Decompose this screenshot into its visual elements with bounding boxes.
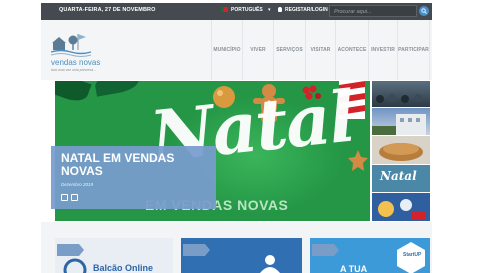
login-link[interactable]: REGISTAR/LOGIN <box>278 7 328 13</box>
startup-badge-label: StartUP <box>403 252 422 258</box>
language-selector[interactable]: PORTUGUÊS <box>221 7 263 13</box>
nav-participar[interactable]: PARTICIPAR <box>397 20 430 80</box>
gallery-icon[interactable] <box>61 194 68 201</box>
thumbnail-natal[interactable]: Natal <box>372 165 430 192</box>
thumbnail-image <box>379 143 423 161</box>
card-tag <box>57 244 84 256</box>
nav-investir[interactable]: INVESTIR <box>368 20 397 80</box>
fir-branch-decoration <box>55 81 92 106</box>
people-icon <box>260 255 280 273</box>
nav-visitar[interactable]: VISITAR <box>305 20 335 80</box>
login-label: REGISTAR/LOGIN <box>285 7 328 13</box>
card-balcao-label: Balcão Online <box>93 263 154 273</box>
thumbnail-bread[interactable] <box>372 136 430 164</box>
top-bar: QUARTA-FEIRA, 27 DE NOVEMBRO PORTUGUÊS ▾… <box>41 3 432 20</box>
card-startup-label: A TUA <box>340 264 368 273</box>
logo-emblem-icon <box>50 34 92 57</box>
main-nav: MUNICÍPIO VIVER SERVIÇOS VISITAR ACONTEC… <box>211 20 430 80</box>
language-label: PORTUGUÊS <box>231 7 263 13</box>
nav-servicos[interactable]: SERVIÇOS <box>273 20 305 80</box>
hero-caption-box[interactable]: NATAL EM VENDAS NOVAS Dezembro 2019 <box>51 146 216 209</box>
portugal-flag-icon <box>221 7 228 12</box>
share-icon[interactable] <box>71 194 78 201</box>
thumbnail-image <box>372 114 426 135</box>
thumbnail-image <box>376 94 422 103</box>
at-sign-icon <box>63 258 87 273</box>
site-header: vendas novas boa uma vez uma princesa...… <box>41 20 432 80</box>
thumbnail-image <box>378 199 426 219</box>
fir-branch-decoration <box>93 81 141 97</box>
user-icon <box>278 7 282 12</box>
thumbnail-crowd[interactable] <box>372 81 430 107</box>
nav-viver[interactable]: VIVER <box>242 20 273 80</box>
nav-municipio[interactable]: MUNICÍPIO <box>211 20 242 80</box>
card-tag <box>312 244 339 256</box>
search-icon <box>421 8 427 14</box>
logo-tagline: boa uma vez uma princesa... <box>51 68 96 72</box>
hero-title: NATAL EM VENDAS NOVAS <box>61 151 175 178</box>
card-tag <box>183 244 210 256</box>
search-button[interactable] <box>419 6 429 16</box>
card-startup[interactable]: A TUA StartUP <box>310 238 430 273</box>
card-services[interactable] <box>181 238 302 273</box>
nav-acontece[interactable]: ACONTECE <box>335 20 368 80</box>
thumbnail-building[interactable] <box>372 108 430 135</box>
card-balcao-online[interactable]: Balcão Online <box>55 238 173 273</box>
current-date: QUARTA-FEIRA, 27 DE NOVEMBRO <box>59 7 156 13</box>
search-input[interactable]: Procurar aqui... <box>329 5 417 17</box>
logo-name: vendas novas <box>51 58 101 67</box>
thumbnail-strip: Natal <box>372 81 430 221</box>
thumbnail-natal-label: Natal <box>380 169 417 183</box>
chevron-down-icon[interactable]: ▾ <box>268 7 271 13</box>
hero-date: Dezembro 2019 <box>61 182 94 187</box>
thumbnail-poster[interactable] <box>372 193 430 221</box>
